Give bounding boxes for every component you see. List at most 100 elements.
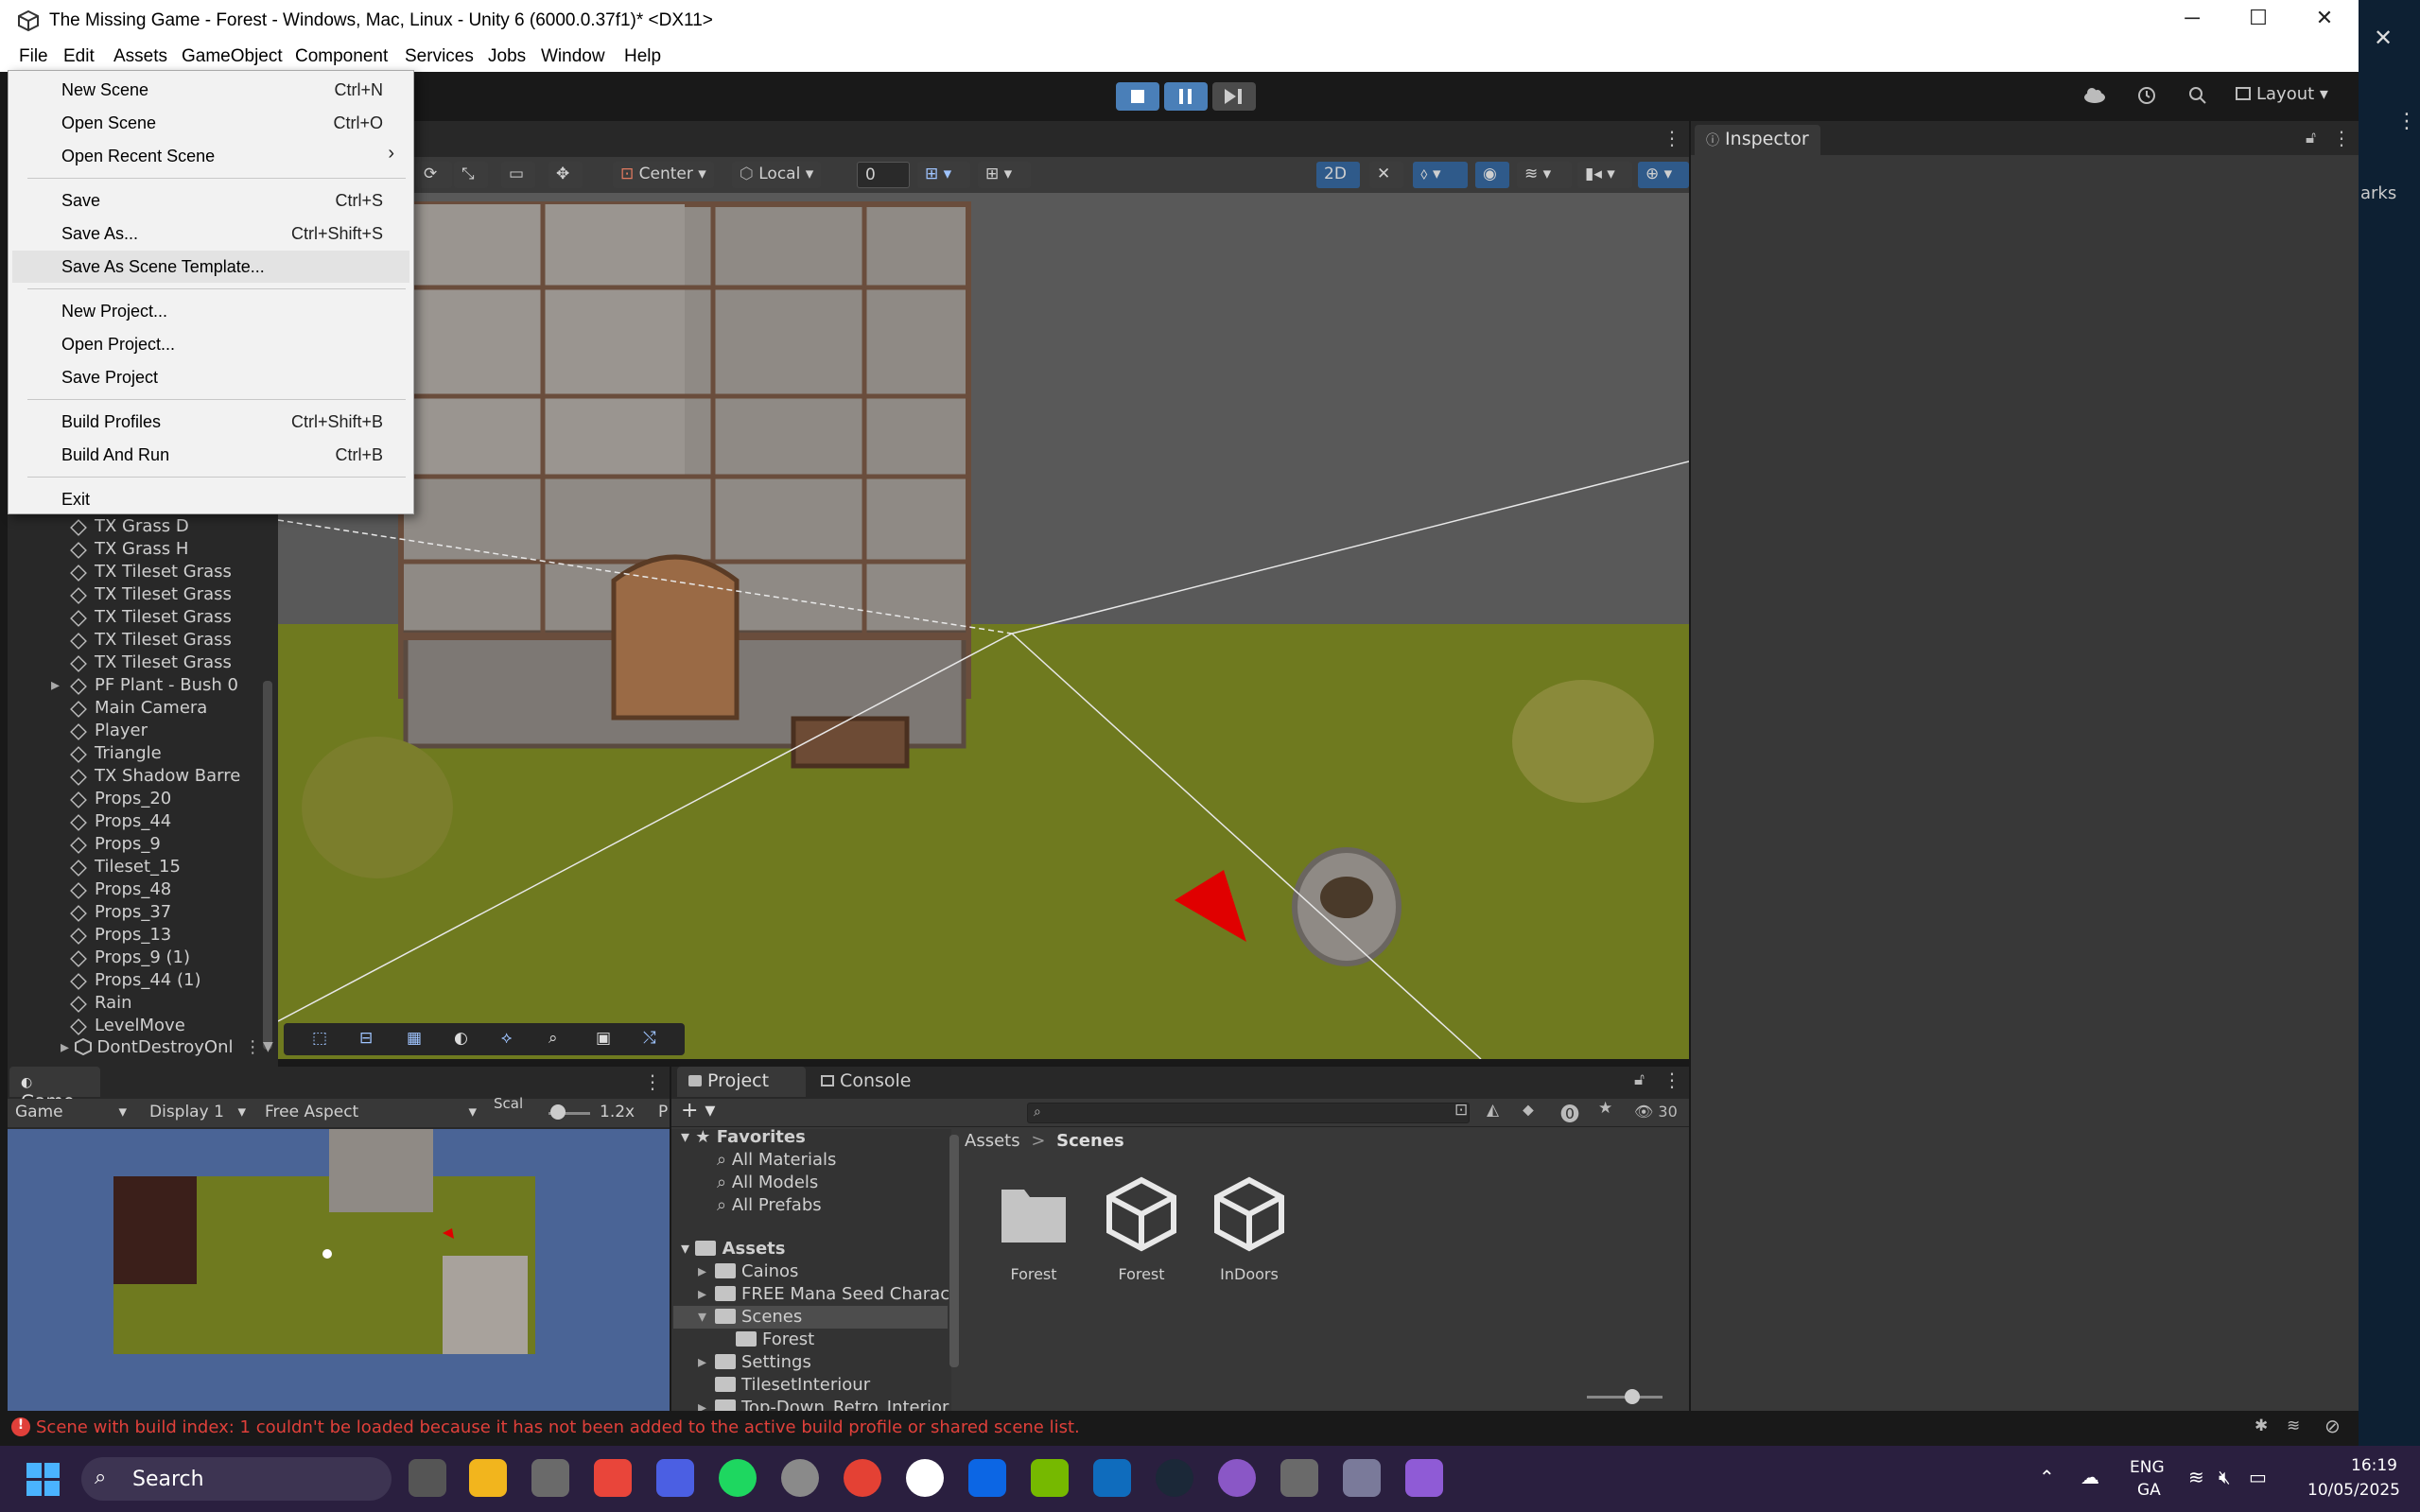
assets-tree-item[interactable]: ▸ Cainos (698, 1261, 798, 1281)
hierarchy-item[interactable]: ▸ PF Plant - Bush 0 (51, 675, 238, 698)
wifi-icon[interactable]: ≋ (2188, 1466, 2204, 1488)
menu-component[interactable]: Component (295, 46, 388, 67)
aspect-dropdown[interactable]: Free Aspect ▾ (257, 1100, 484, 1126)
breadcrumb-assets[interactable]: Assets (965, 1131, 1020, 1151)
scene-canvas[interactable] (278, 193, 1689, 1059)
task-view-icon[interactable] (409, 1459, 446, 1497)
hierarchy-item[interactable]: TX Shadow Barre (70, 766, 240, 789)
file-menu-item[interactable]: Open Recent Scene › (12, 140, 409, 172)
minimize-button[interactable]: ─ (2164, 6, 2220, 36)
history-icon[interactable] (2135, 84, 2158, 107)
camera-preview-icon[interactable]: ▣ (596, 1029, 611, 1048)
tray-expand-icon[interactable]: ⌃ (2039, 1466, 2055, 1488)
asset-grid-item[interactable]: InDoors (1197, 1176, 1301, 1290)
project-search-input[interactable]: ⌕ (1027, 1103, 1470, 1123)
inspector-menu-icon[interactable]: ⋮ (2332, 127, 2351, 149)
hierarchy-item[interactable]: Props_48 (70, 879, 171, 902)
hierarchy-item[interactable]: Props_44 (1) (70, 970, 200, 993)
layers-dropdown[interactable]: ≋ ▾ (1517, 162, 1572, 188)
asset-grid-item[interactable]: Forest (1089, 1176, 1193, 1290)
hierarchy-item[interactable]: Tileset_15 (70, 857, 181, 879)
shading-icon[interactable]: ◐ (454, 1029, 468, 1048)
gizmos-dropdown[interactable]: ⊕ ▾ (1638, 162, 1689, 188)
battery-icon[interactable]: ▭ (2249, 1466, 2267, 1488)
hierarchy-item[interactable]: Props_9 (70, 834, 161, 857)
search-icon[interactable] (2186, 84, 2209, 107)
layers-icon[interactable]: ⟡ (501, 1029, 512, 1048)
file-menu-item[interactable]: Open Scene Ctrl+O (12, 107, 409, 139)
more-options-icon[interactable]: ⋮ (244, 1037, 261, 1057)
assets-tree-item[interactable]: ▸ Settings (698, 1352, 811, 1372)
expand-arrow-icon[interactable]: ▸ (698, 1261, 715, 1281)
tab-game[interactable]: ◐ Game (9, 1067, 100, 1112)
rotate-tool-icon[interactable]: ⟳ (416, 162, 452, 188)
hierarchy-item[interactable]: Rain (70, 993, 132, 1016)
speaker-muted-icon[interactable]: 🔇︎ (2219, 1466, 2231, 1488)
project-lock-icon[interactable]: 🔓︎ (1634, 1070, 1645, 1089)
transform-tool-icon[interactable]: ✥ (548, 162, 583, 188)
file-menu-item[interactable]: Build And Run Ctrl+B (12, 439, 409, 471)
hierarchy-item[interactable]: TX Tileset Grass (70, 607, 232, 630)
windows-start-icon[interactable] (26, 1463, 61, 1497)
rect-select-icon[interactable]: ⬚ (312, 1029, 327, 1048)
favorite-search-item[interactable]: ⌕ All Materials (717, 1150, 836, 1170)
tab-project[interactable]: Project (677, 1067, 806, 1097)
hierarchy-item[interactable]: LevelMove (70, 1016, 185, 1038)
game-mode-dropdown[interactable]: Game ▾ (8, 1100, 134, 1126)
warning-filter-icon[interactable]: ⓿ (1560, 1099, 1579, 1126)
hierarchy-item[interactable]: Main Camera (70, 698, 207, 721)
trello-icon[interactable] (968, 1459, 1006, 1497)
nvidia-icon[interactable] (1031, 1459, 1069, 1497)
hierarchy-item[interactable]: Props_44 (70, 811, 171, 834)
grid-snap-dropdown[interactable]: ⊞ ▾ (917, 162, 970, 188)
hierarchy-item[interactable]: Props_13 (70, 925, 171, 947)
cloud-icon[interactable] (2082, 85, 2107, 104)
tab-console[interactable]: Console (821, 1070, 911, 1091)
hierarchy-scroll-down-icon[interactable]: ▼ (263, 1039, 273, 1054)
file-menu-item[interactable]: New Project... (12, 295, 409, 327)
menu-gameobject[interactable]: GameObject (182, 46, 283, 67)
grid-tool-icon[interactable]: ▦ (407, 1029, 422, 1048)
project-tree-scrollbar[interactable] (949, 1135, 959, 1367)
taskbar-search-box[interactable]: ⌕ Search (81, 1457, 392, 1501)
expand-arrow-icon[interactable]: ▸ (698, 1284, 715, 1304)
debug-bug-icon[interactable]: ✱ (2255, 1416, 2268, 1435)
close-button[interactable]: ✕ (2296, 6, 2353, 36)
scale-slider-thumb[interactable] (550, 1104, 566, 1120)
fx-dropdown[interactable]: ⬨ ▾ (1413, 162, 1468, 188)
dontdestroyonload-root[interactable]: ▸ DontDestroyOnl ⋮ (61, 1037, 261, 1060)
background-close-icon[interactable]: ✕ (2374, 25, 2393, 51)
maximize-button[interactable]: ☐ (2230, 6, 2287, 36)
menu-window[interactable]: Window (541, 46, 605, 67)
breadcrumb-scenes[interactable]: Scenes (1056, 1131, 1124, 1151)
hierarchy-item[interactable]: TX Tileset Grass (70, 652, 232, 675)
status-message[interactable]: Scene with build index: 1 couldn't be lo… (36, 1417, 1080, 1437)
snap-value-input[interactable]: 0 (857, 162, 910, 188)
unity-editor-active-icon[interactable] (1343, 1459, 1381, 1497)
microsoft-store-icon[interactable] (594, 1459, 632, 1497)
pause-button[interactable] (1164, 82, 1208, 111)
menu-edit[interactable]: Edit (63, 46, 95, 67)
scene-panel-menu-icon[interactable]: ⋮ (1663, 127, 1681, 149)
game-panel-menu-icon[interactable]: ⋮ (643, 1070, 662, 1093)
favorites-root[interactable]: ▾ ★ Favorites (681, 1127, 806, 1147)
tab-inspector[interactable]: ⓘ Inspector (1695, 125, 1820, 155)
hierarchy-item[interactable]: TX Tileset Grass (70, 630, 232, 652)
github-desktop-icon[interactable] (1218, 1459, 1256, 1497)
icon-size-slider-thumb[interactable] (1625, 1389, 1640, 1404)
file-explorer-icon[interactable] (469, 1459, 507, 1497)
background-more-icon[interactable]: ⋮ (2396, 110, 2417, 133)
layout-dropdown[interactable]: Layout ▾ (2228, 81, 2336, 108)
menu-file[interactable]: File (19, 46, 48, 67)
visual-studio-icon[interactable] (1405, 1459, 1443, 1497)
2d-toggle-button[interactable]: 2D (1316, 162, 1360, 188)
file-menu-item[interactable]: Save Project (12, 361, 409, 393)
outlook-icon[interactable] (1093, 1459, 1131, 1497)
menu-help[interactable]: Help (624, 46, 661, 67)
assets-root[interactable]: ▾ Assets (681, 1239, 785, 1259)
zoom-icon[interactable]: ⌕ (548, 1029, 558, 1048)
assets-tree-item[interactable]: Forest (719, 1330, 814, 1349)
search-options-icon[interactable]: ⊡ (1454, 1101, 1468, 1120)
project-menu-icon[interactable]: ⋮ (1663, 1069, 1681, 1091)
space-local-dropdown[interactable]: ⬡ Local ▾ (732, 162, 822, 188)
